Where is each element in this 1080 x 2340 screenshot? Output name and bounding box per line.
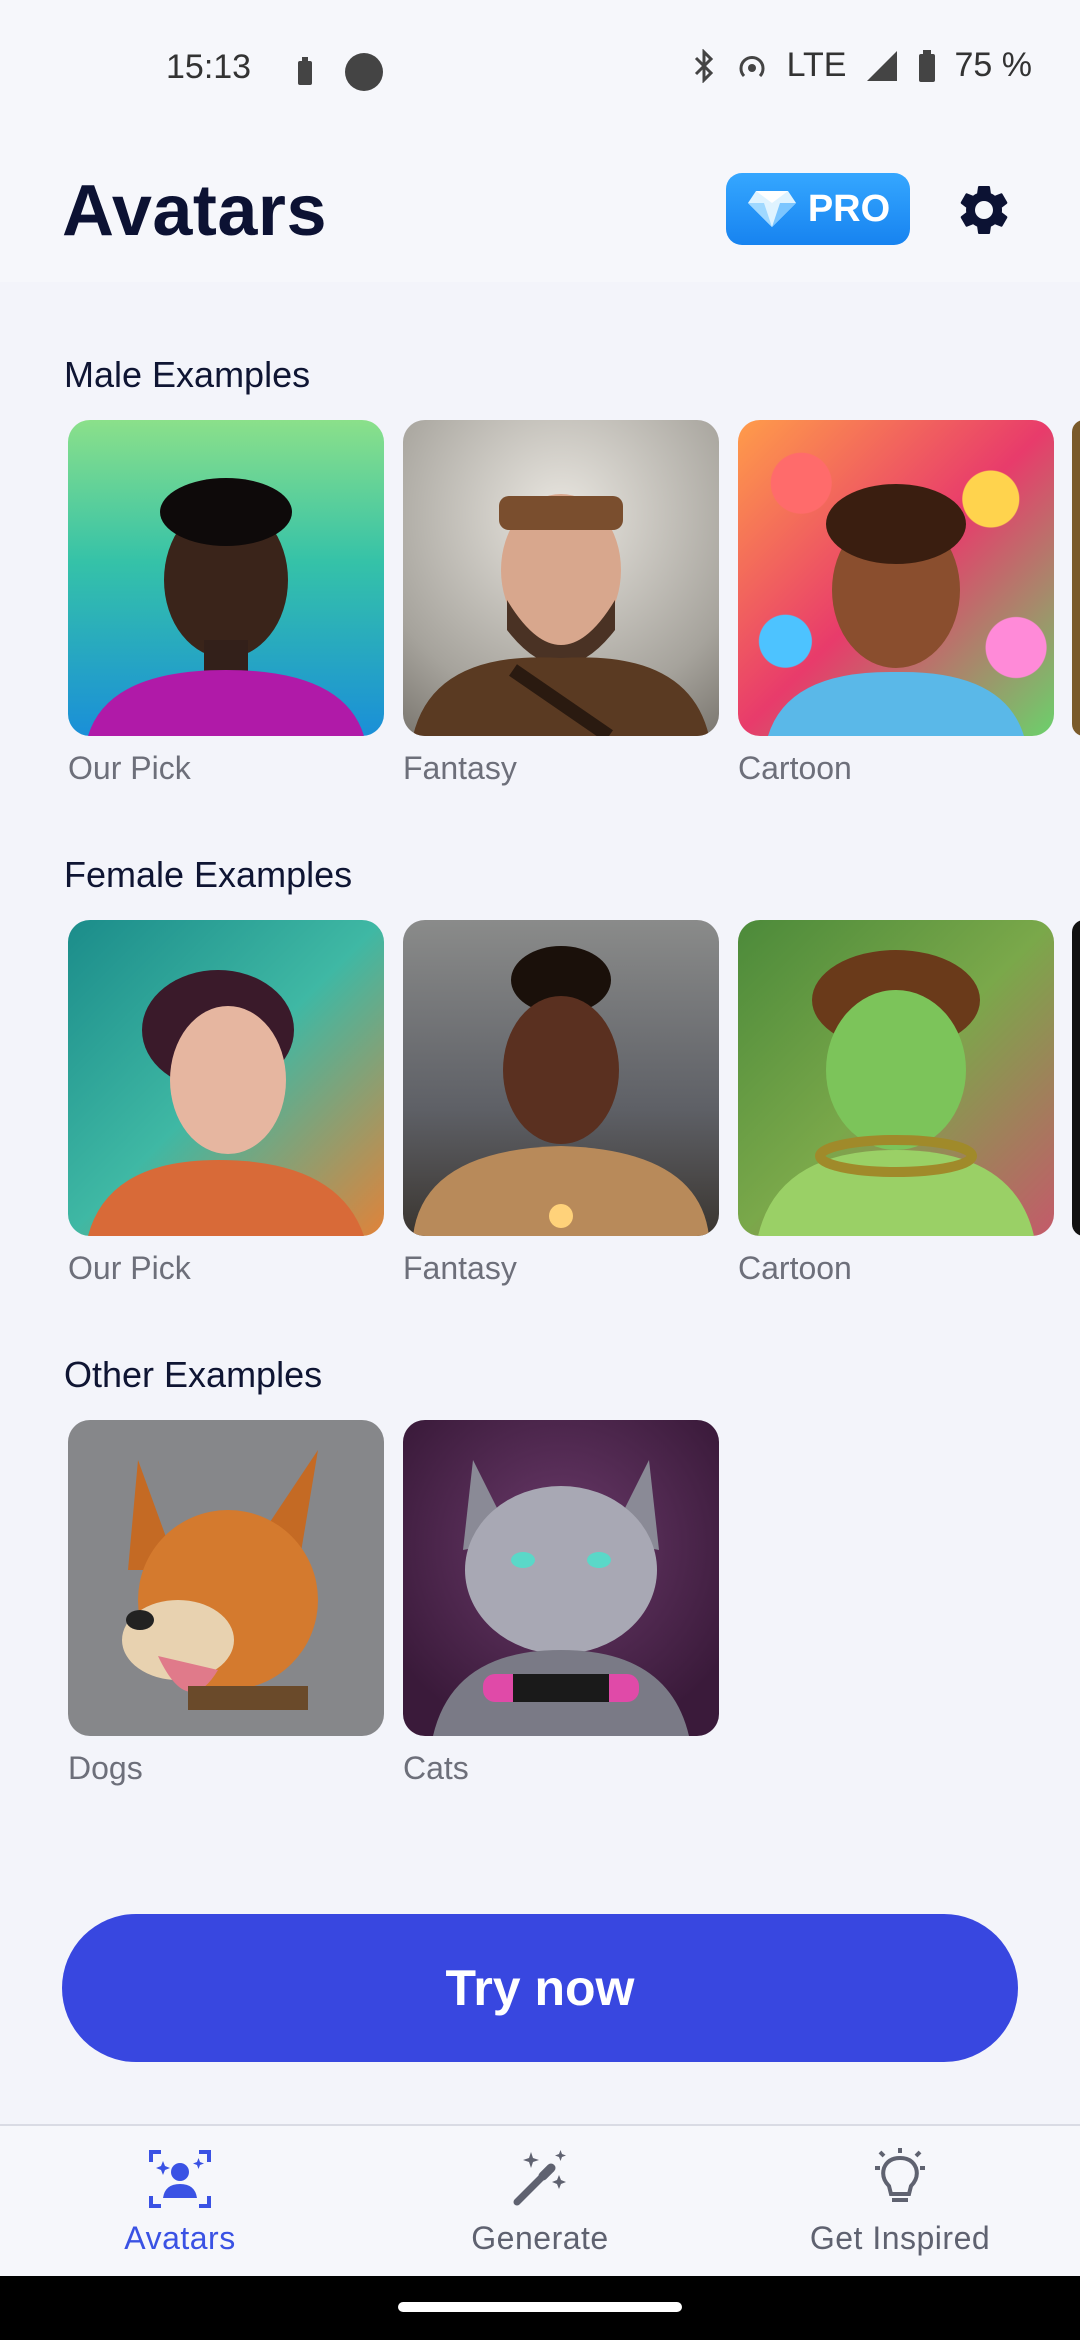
pro-label: PRO — [807, 187, 891, 230]
bottom-nav: Avatars Generate Get Inspired — [0, 2124, 1080, 2278]
card-label: Cats — [403, 1750, 469, 1786]
gear-icon — [960, 185, 1008, 234]
card-label: Cartoon — [738, 1250, 852, 1286]
male-fantasy-card[interactable]: Fantasy — [403, 420, 719, 787]
hotspot-icon — [739, 55, 765, 77]
male-next-card-peek — [1072, 420, 1080, 736]
diamond-icon — [747, 191, 796, 227]
cats-image — [403, 1420, 719, 1736]
card-label: Fantasy — [403, 1250, 517, 1286]
female-next-card-peek — [1072, 920, 1080, 1236]
section-title-other: Other Examples — [64, 1354, 323, 1395]
female-our-pick-image — [68, 920, 384, 1236]
card-label: Our Pick — [68, 1250, 191, 1286]
pro-button[interactable]: PRO — [726, 173, 910, 245]
nav-label: Generate — [471, 2220, 609, 2256]
female-fantasy-image — [403, 920, 719, 1236]
card-label: Our Pick — [68, 750, 191, 786]
record-dot-icon — [345, 53, 383, 91]
magic-wand-icon — [513, 2150, 566, 2206]
male-fantasy-image — [403, 420, 719, 736]
nav-item-get-inspired[interactable]: Get Inspired — [720, 2126, 1080, 2278]
home-gesture-pill[interactable] — [398, 2302, 682, 2312]
section-title-male: Male Examples — [64, 354, 311, 395]
avatar-sparkle-icon — [149, 2150, 211, 2208]
status-time: 15:13 — [166, 48, 252, 86]
settings-button[interactable] — [948, 174, 1020, 246]
male-our-pick-card[interactable]: Our Pick — [68, 420, 384, 787]
male-our-pick-image — [68, 420, 384, 736]
card-label: Cartoon — [738, 750, 852, 786]
page-title: Avatars — [62, 171, 327, 251]
try-now-button[interactable]: Try now — [62, 1914, 1018, 2062]
battery-icon — [918, 49, 935, 82]
battery-level: 75 % — [954, 46, 1033, 84]
nav-label: Get Inspired — [809, 2220, 991, 2256]
other-cats-card[interactable]: Cats — [403, 1420, 719, 1787]
male-cartoon-image — [738, 420, 1054, 736]
dogs-image — [68, 1420, 384, 1736]
battery-saver-icon — [298, 57, 312, 85]
male-cartoon-card[interactable]: Cartoon — [738, 420, 1054, 787]
card-label: Dogs — [68, 1750, 143, 1786]
other-dogs-card[interactable]: Dogs — [68, 1420, 384, 1787]
network-type: LTE — [786, 46, 847, 84]
nav-label: Avatars — [124, 2220, 236, 2256]
nav-item-avatars[interactable]: Avatars — [0, 2126, 360, 2278]
female-fantasy-card[interactable]: Fantasy — [403, 920, 719, 1287]
section-title-female: Female Examples — [64, 854, 353, 895]
app-header: Avatars PRO — [0, 140, 1080, 282]
female-cartoon-image — [738, 920, 1054, 1236]
signal-icon — [866, 50, 897, 81]
lightbulb-icon — [875, 2148, 925, 2202]
female-cartoon-card[interactable]: Cartoon — [738, 920, 1054, 1287]
card-label: Fantasy — [403, 750, 517, 786]
nav-item-generate[interactable]: Generate — [360, 2126, 720, 2278]
bluetooth-icon — [694, 48, 713, 83]
female-our-pick-card[interactable]: Our Pick — [68, 920, 384, 1287]
status-bar: 15:13 LTE 75 % — [0, 0, 1080, 140]
